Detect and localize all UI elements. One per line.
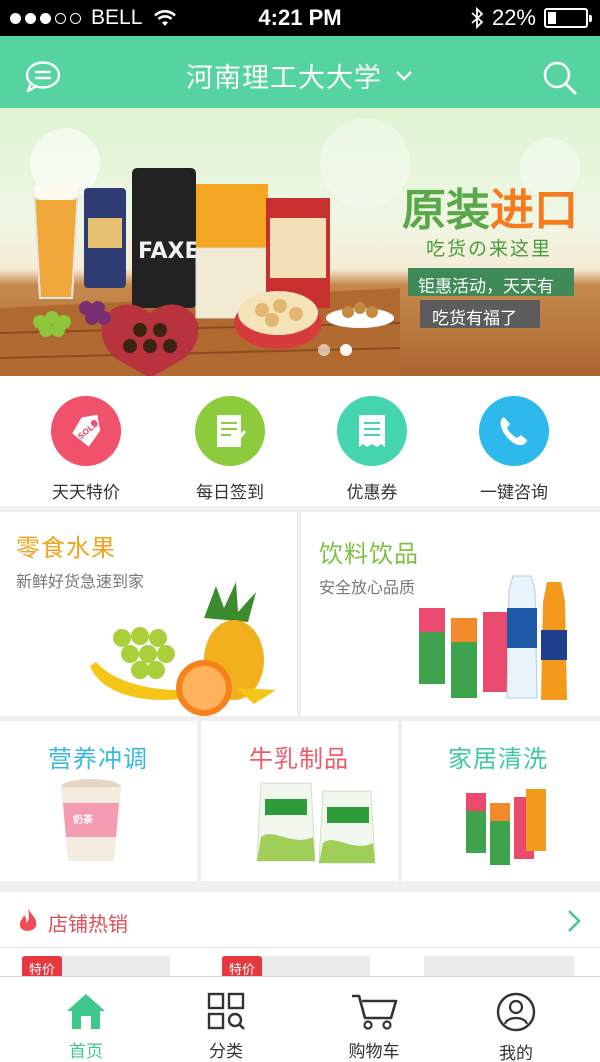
category-drinks[interactable]: 饮料饮品 安全放心品质 xyxy=(301,512,600,716)
milk-tea-cup-image: 奶茶 xyxy=(61,779,121,861)
sold-tag-icon: SOLD xyxy=(51,396,121,466)
product-card[interactable] xyxy=(424,956,574,978)
tab-profile[interactable]: 我的 xyxy=(456,991,576,1062)
search-icon[interactable] xyxy=(542,60,578,96)
banner-subline: 吃货の来这里 xyxy=(426,238,553,260)
imported-goods-image: FAXE xyxy=(0,168,400,376)
quick-actions: SOLD 天天特价 每日签到 优惠券 一键咨询 xyxy=(0,376,600,506)
category-title: 家居清洗 xyxy=(448,745,548,773)
quick-daily-deals-label: 天天特价 xyxy=(52,483,120,503)
coupon-icon xyxy=(337,396,407,466)
svg-text:奶茶: 奶茶 xyxy=(73,813,94,826)
banner-tag-treat: 吃货有福了 xyxy=(420,300,540,329)
category-title: 零食水果 xyxy=(16,534,116,562)
banner-pager xyxy=(318,344,352,356)
chevron-right-icon[interactable] xyxy=(566,908,582,934)
product-card[interactable]: 特价 xyxy=(22,956,170,978)
flame-icon xyxy=(19,908,37,931)
category-title: 牛乳制品 xyxy=(249,745,349,773)
category-title: 营养冲调 xyxy=(48,745,148,773)
battery-percent: 22% xyxy=(491,5,536,30)
tab-category[interactable]: 分类 xyxy=(166,991,286,1062)
grid-search-icon xyxy=(207,992,245,1030)
home-icon xyxy=(67,994,105,1029)
app-screen: BELL 4:21 PM 22% 河南理工大大学 FAXE 原装进口 吃货の来这… xyxy=(0,0,600,1062)
app-header: 河南理工大大学 xyxy=(0,36,600,108)
svg-text:FAXE: FAXE xyxy=(138,239,200,264)
banner-headline-accent: 进口 xyxy=(490,185,578,236)
bluetooth-icon xyxy=(471,7,484,29)
promo-banner[interactable]: FAXE 原装进口 吃货の来这里 钜惠活动，天天有 吃货有福了 xyxy=(0,108,600,376)
tab-home-label: 首页 xyxy=(69,1042,103,1062)
category-title: 饮料饮品 xyxy=(319,540,419,568)
category-nutrition[interactable]: 营养冲调 奶茶 xyxy=(0,721,197,881)
banner-tag-deal: 钜惠活动，天天有 xyxy=(408,268,574,297)
bottom-tab-bar: 首页 分类 购物车 我的 xyxy=(0,976,600,1062)
tab-cart-label: 购物车 xyxy=(348,1042,400,1062)
status-bar: BELL 4:21 PM 22% xyxy=(0,0,600,36)
banner-headline-main: 原装 xyxy=(402,185,490,236)
sale-badge: 特价 xyxy=(222,956,262,978)
boxed-drinks-image xyxy=(466,789,546,865)
quick-daily-checkin[interactable]: 每日签到 xyxy=(160,396,300,503)
pager-dot-active[interactable] xyxy=(340,344,352,356)
quick-daily-checkin-label: 每日签到 xyxy=(196,483,264,503)
quick-coupons[interactable]: 优惠券 xyxy=(302,396,442,503)
quick-daily-deals[interactable]: SOLD 天天特价 xyxy=(16,396,156,503)
sale-badge: 特价 xyxy=(22,956,62,978)
campus-name: 河南理工大大学 xyxy=(186,63,382,94)
message-icon[interactable] xyxy=(24,60,62,94)
tab-cart[interactable]: 购物车 xyxy=(314,991,434,1062)
product-card[interactable]: 特价 xyxy=(222,956,370,978)
hot-sales-header[interactable]: 店铺热销 xyxy=(0,892,600,948)
tab-category-label: 分类 xyxy=(209,1042,243,1062)
quick-coupons-label: 优惠券 xyxy=(346,483,398,503)
tab-home[interactable]: 首页 xyxy=(26,991,146,1062)
category-snacks-fruit[interactable]: 零食水果 新鲜好货急速到家 xyxy=(0,512,297,716)
quick-consult[interactable]: 一键咨询 xyxy=(444,396,584,503)
drinks-image xyxy=(419,575,567,700)
status-right: 22% xyxy=(470,5,592,31)
phone-icon xyxy=(479,396,549,466)
quick-consult-label: 一键咨询 xyxy=(480,483,548,503)
fruit-image xyxy=(90,582,276,716)
checklist-icon xyxy=(195,396,265,466)
pager-dot[interactable] xyxy=(318,344,330,356)
hot-sales-label: 店铺热销 xyxy=(48,912,128,936)
chevron-down-icon xyxy=(396,70,412,81)
hot-product-strip: 特价 特价 xyxy=(0,948,600,978)
battery-icon xyxy=(544,8,592,28)
campus-selector[interactable]: 河南理工大大学 xyxy=(186,56,414,95)
category-subtitle: 安全放心品质 xyxy=(319,578,416,597)
cart-icon xyxy=(352,994,398,1030)
milk-pouch-image xyxy=(256,782,376,864)
category-home-cleaning[interactable]: 家居清洗 xyxy=(402,721,600,881)
user-icon xyxy=(496,992,536,1032)
category-dairy[interactable]: 牛乳制品 xyxy=(201,721,398,881)
battery-fill xyxy=(548,12,556,24)
tab-profile-label: 我的 xyxy=(499,1044,533,1062)
banner-headline: 原装进口 xyxy=(402,174,578,238)
